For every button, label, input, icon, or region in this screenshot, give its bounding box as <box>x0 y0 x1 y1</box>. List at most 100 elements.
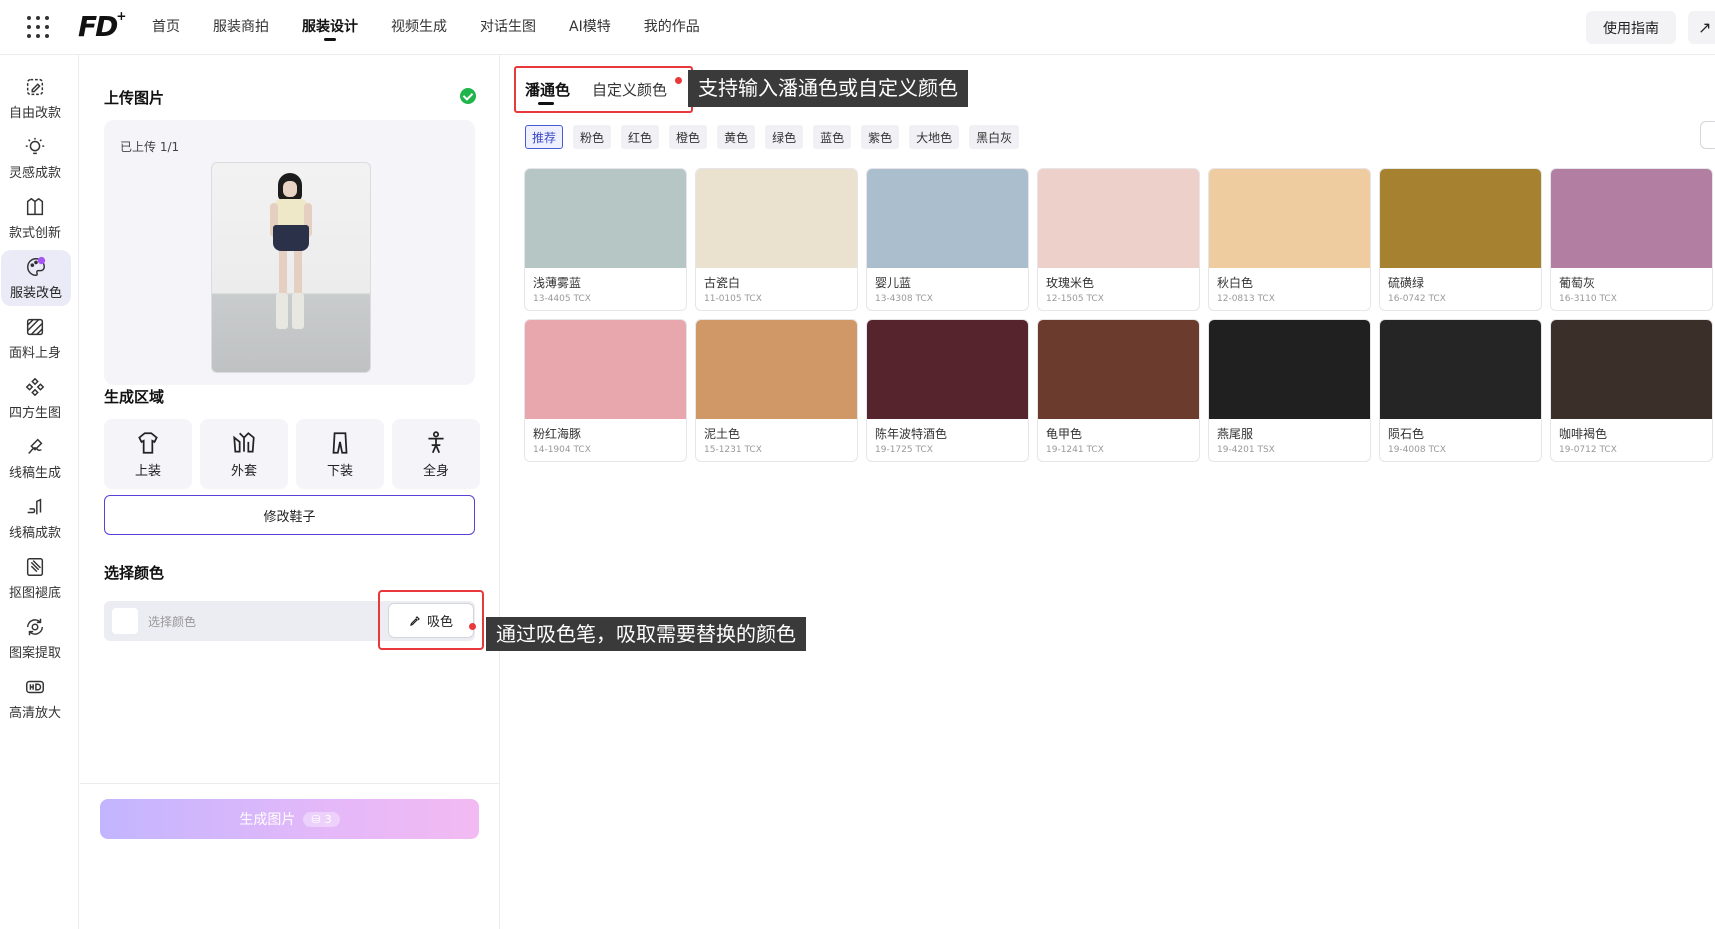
filter-green[interactable]: 绿色 <box>765 125 804 149</box>
swatch-card[interactable]: 泥土色 15-1231 TCX <box>695 319 858 462</box>
eyedropper-button[interactable]: 吸色 <box>388 603 474 638</box>
rail-item-hd-upscale[interactable]: 高清放大 <box>0 670 70 726</box>
rail-item-pattern-extract[interactable]: 图案提取 <box>0 610 70 666</box>
nav-video[interactable]: 视频生成 <box>391 0 447 55</box>
upload-count: 已上传 1/1 <box>120 140 180 154</box>
filter-yellow[interactable]: 黄色 <box>717 125 756 149</box>
swatch-code: 19-4008 TCX <box>1388 445 1446 455</box>
region-top-button[interactable]: 上装 <box>104 419 192 489</box>
generate-button[interactable]: 生成图片 ⛁ 3 <box>100 799 479 839</box>
swatch-color <box>1551 169 1712 268</box>
filter-recommended[interactable]: 推荐 <box>525 125 564 149</box>
cutout-icon <box>26 557 44 576</box>
swatch-card[interactable]: 咖啡褐色 19-0712 TCX <box>1550 319 1713 462</box>
swatch-card[interactable]: 粉红海豚 14-1904 TCX <box>524 319 687 462</box>
rail-item-four-square[interactable]: 四方生图 <box>0 370 70 426</box>
nav-chat-image[interactable]: 对话生图 <box>480 0 536 55</box>
swatch-name: 婴儿蓝 <box>875 276 912 290</box>
swatch-color <box>1209 320 1370 419</box>
modify-shoes-button[interactable]: 修改鞋子 <box>104 495 475 535</box>
swatch-card[interactable]: 龟甲色 19-1241 TCX <box>1037 319 1200 462</box>
swatch-name: 龟甲色 <box>1046 427 1083 441</box>
swatch-card[interactable]: 婴儿蓝 13-4308 TCX <box>866 168 1029 311</box>
rail-item-fabric[interactable]: 面料上身 <box>0 310 70 366</box>
apps-grid-icon[interactable] <box>27 16 49 38</box>
nav-apparel-design[interactable]: 服装设计 <box>302 0 358 55</box>
swatch-color <box>525 169 686 268</box>
rail-label: 服装改色 <box>9 285 62 301</box>
region-title: 生成区域 <box>104 388 165 406</box>
upload-area[interactable]: 已上传 1/1 <box>104 120 475 385</box>
rail-item-sketch-style[interactable]: 线稿成款 <box>0 490 70 546</box>
logo[interactable]: FD+ <box>78 9 126 43</box>
swatch-grid: 浅薄雾蓝 13-4405 TCX 古瓷白 11-0105 TCX 婴儿蓝 13-430… <box>524 168 1713 462</box>
swatch-code: 11-0105 TCX <box>704 294 762 304</box>
uploaded-photo[interactable] <box>211 162 371 373</box>
rail-item-inspiration[interactable]: 灵感成款 <box>0 130 70 186</box>
rail-item-cutout[interactable]: 抠图褪底 <box>0 550 70 606</box>
rail-label: 面料上身 <box>8 345 61 361</box>
pants-icon <box>332 431 348 454</box>
region-bottom-button[interactable]: 下装 <box>296 419 384 489</box>
swatch-color <box>1551 320 1712 419</box>
nav-product-shoot[interactable]: 服装商拍 <box>213 0 269 55</box>
divider <box>80 783 500 784</box>
color-placeholder: 选择颜色 <box>148 615 197 629</box>
swatch-card[interactable]: 玫瑰米色 12-1505 TCX <box>1037 168 1200 311</box>
filter-pink[interactable]: 粉色 <box>573 125 612 149</box>
swatch-code: 19-0712 TCX <box>1559 445 1617 455</box>
share-icon[interactable]: ↗ <box>1688 11 1715 44</box>
swatch-card[interactable]: 古瓷白 11-0105 TCX <box>695 168 858 311</box>
region-label: 下装 <box>326 463 353 479</box>
callout-picker: 通过吸色笔，吸取需要替换的颜色 <box>486 617 806 651</box>
nav-home[interactable]: 首页 <box>152 0 180 55</box>
swatch-card[interactable]: 燕尾服 19-4201 TSX <box>1208 319 1371 462</box>
top-garment-icon <box>138 431 158 454</box>
swatch-code: 15-1231 TCX <box>704 445 762 455</box>
bulb-icon <box>25 137 45 154</box>
rail-label: 线稿生成 <box>8 465 61 481</box>
swatch-code: 13-4308 TCX <box>875 294 933 304</box>
swatch-color <box>1038 320 1199 419</box>
filter-orange[interactable]: 橙色 <box>669 125 708 149</box>
swatch-name: 玫瑰米色 <box>1046 276 1095 290</box>
swatch-card[interactable]: 陨石色 19-4008 TCX <box>1379 319 1542 462</box>
swatch-code: 19-1241 TCX <box>1046 445 1104 455</box>
filter-red[interactable]: 红色 <box>621 125 660 149</box>
swatch-card[interactable]: 葡萄灰 16-3110 TCX <box>1550 168 1713 311</box>
eyedropper-icon <box>410 615 420 626</box>
tool-rail: 自由改款 灵感成款 款式创新 服装改色 面料上身 四方生图 线稿生成 线稿成款 … <box>0 55 79 929</box>
tab-custom-color[interactable]: 自定义颜色 <box>592 79 667 100</box>
swatch-card[interactable]: 硫磺绿 16-0742 TCX <box>1379 168 1542 311</box>
filter-neutral[interactable]: 黑白灰 <box>969 125 1020 149</box>
rail-item-recolor[interactable]: 服装改色 <box>1 250 71 306</box>
rail-item-style-innovation[interactable]: 款式创新 <box>0 190 70 246</box>
nav-my-works[interactable]: 我的作品 <box>644 0 700 55</box>
rail-item-free-edit[interactable]: 自由改款 <box>0 70 70 126</box>
rail-label: 自由改款 <box>8 105 61 121</box>
region-fullbody-button[interactable]: 全身 <box>392 419 480 489</box>
swatch-name: 秋白色 <box>1217 276 1254 290</box>
filter-earth[interactable]: 大地色 <box>909 125 960 149</box>
shirt-icon <box>26 197 44 215</box>
hd-icon <box>26 680 44 693</box>
swatch-card[interactable]: 浅薄雾蓝 13-4405 TCX <box>524 168 687 311</box>
filter-blue[interactable]: 蓝色 <box>813 125 852 149</box>
swatch-name: 泥土色 <box>704 427 741 441</box>
lineart-icon <box>27 497 42 514</box>
filter-purple[interactable]: 紫色 <box>861 125 900 149</box>
swatch-name: 咖啡褐色 <box>1559 427 1608 441</box>
swatch-card[interactable]: 秋白色 12-0813 TCX <box>1208 168 1371 311</box>
region-jacket-button[interactable]: 外套 <box>200 419 288 489</box>
rail-label: 高清放大 <box>8 705 61 721</box>
edit-icon <box>26 78 44 95</box>
rail-item-sketch-gen[interactable]: 线稿生成 <box>0 430 70 486</box>
tab-pantone[interactable]: 潘通色 <box>525 79 570 100</box>
guide-button[interactable]: 使用指南 <box>1586 11 1676 44</box>
swatch-code: 16-3110 TCX <box>1559 294 1617 304</box>
swatch-code: 19-1725 TCX <box>875 445 933 455</box>
more-filter-button[interactable] <box>1700 121 1715 149</box>
swatch-card[interactable]: 陈年波特酒色 19-1725 TCX <box>866 319 1029 462</box>
nav-ai-model[interactable]: AI模特 <box>569 0 611 55</box>
swatch-color <box>1038 169 1199 268</box>
